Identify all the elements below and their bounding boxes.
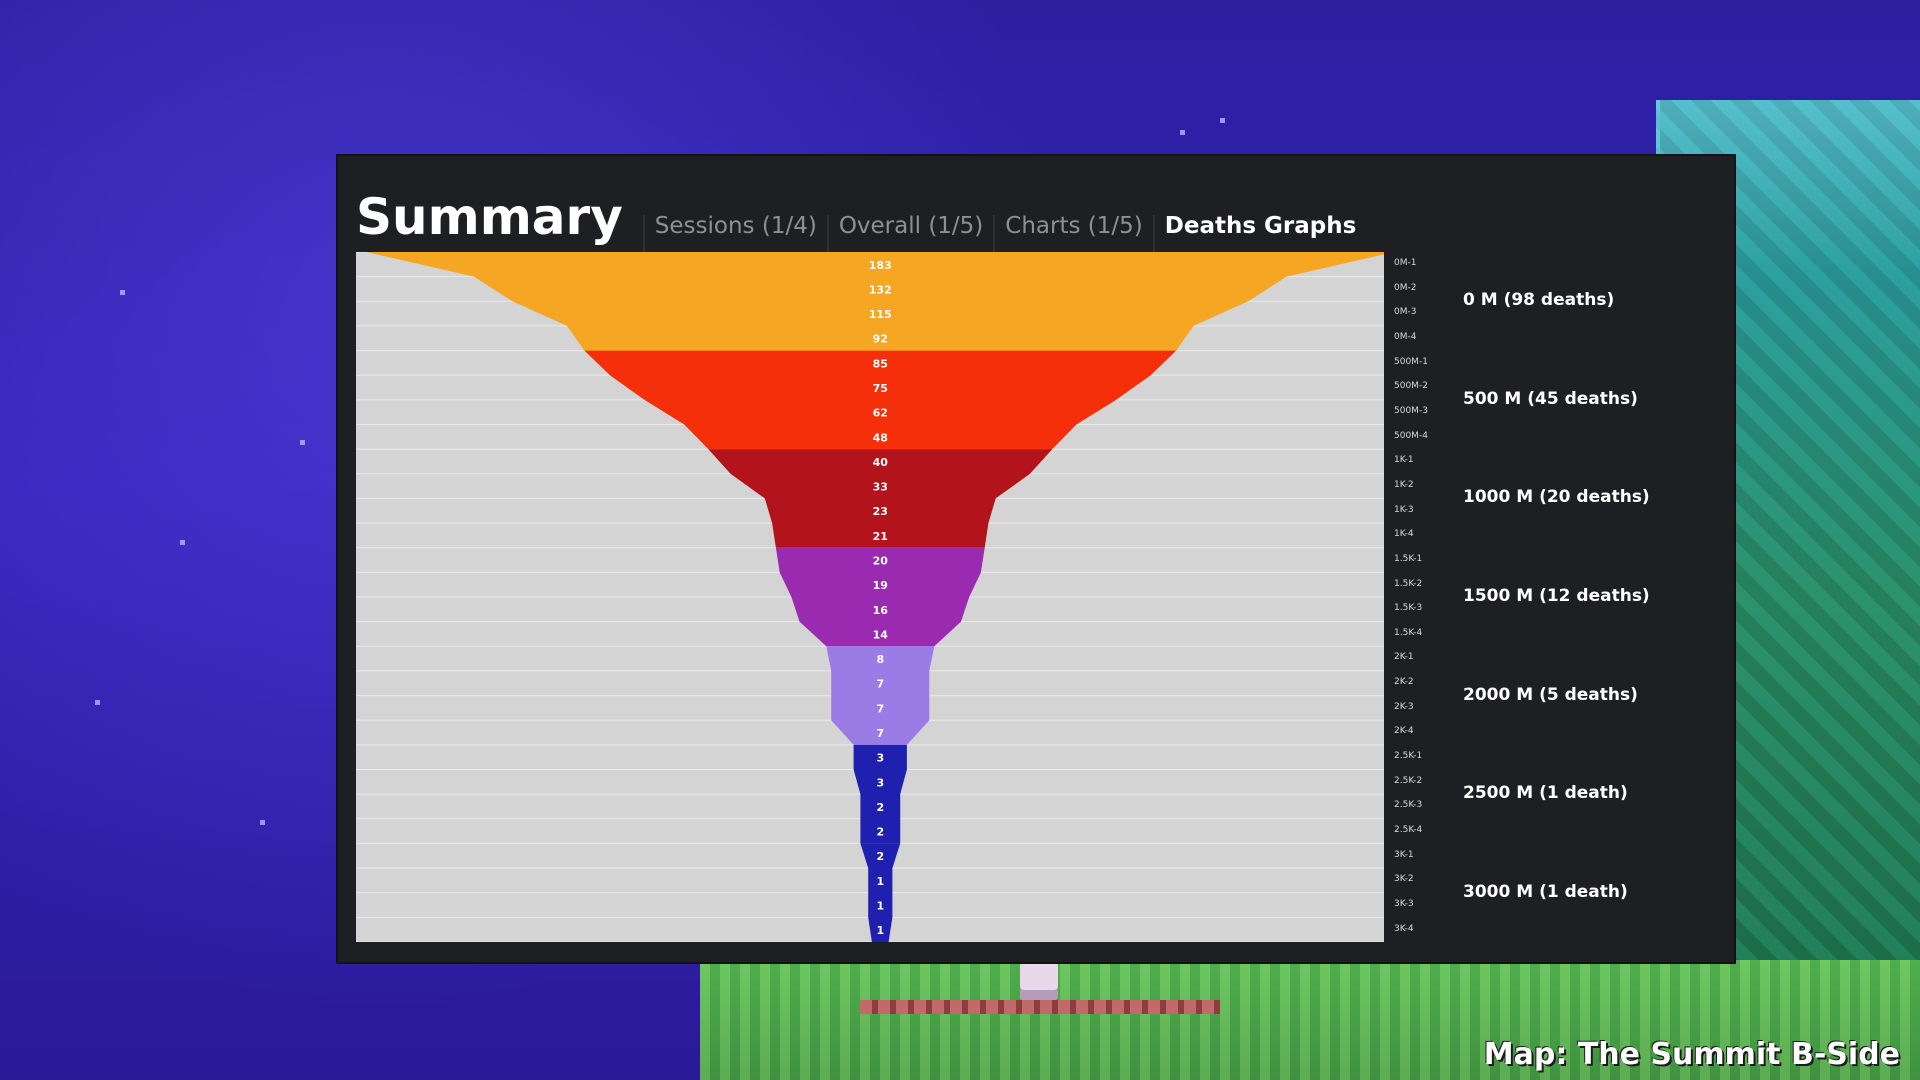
value-label: 7: [876, 727, 884, 740]
tick-label: 1K-2: [1394, 479, 1414, 490]
value-label: 7: [876, 678, 884, 691]
tick-label: 0M-2: [1394, 282, 1417, 293]
tick-label: 500M-2: [1394, 381, 1428, 392]
value-label: 2: [876, 850, 884, 863]
tick-label: 2K-3: [1394, 701, 1414, 712]
value-label: 8: [876, 653, 884, 666]
chapter-summary-label: 0 M (98 deaths): [1463, 290, 1615, 311]
tick-label: 2.5K-4: [1394, 824, 1423, 835]
tab-charts[interactable]: Charts (1/5): [993, 215, 1152, 252]
chapter-summary-label: 3000 M (1 death): [1463, 881, 1628, 902]
value-label: 1: [876, 875, 884, 888]
map-label: Map: The Summit B-Side: [1483, 1037, 1900, 1072]
tick-label: 2.5K-1: [1394, 751, 1423, 762]
chapter-summary-label: 2500 M (1 death): [1463, 783, 1628, 804]
value-label: 3: [876, 776, 884, 789]
chapter-summary-labels: 0 M (98 deaths) 500 M (45 deaths) 1000 M (…: [1463, 252, 1723, 942]
chapter-summary-label: 1500 M (12 deaths): [1463, 586, 1650, 606]
bridge: [860, 1000, 1220, 1014]
tab-overall[interactable]: Overall (1/5): [826, 215, 993, 252]
tick-label: 500M-1: [1394, 356, 1428, 367]
value-label: 19: [873, 579, 888, 592]
value-label: 21: [873, 530, 888, 543]
tick-label: 1.5K-3: [1394, 603, 1423, 614]
chapter-summary-label: 500 M (45 deaths): [1463, 388, 1638, 409]
tick-label: 3K-1: [1394, 849, 1414, 860]
value-label: 132: [869, 283, 892, 296]
value-label: 48: [873, 431, 888, 444]
value-label: 2: [876, 801, 884, 814]
tick-label: 2K-2: [1394, 677, 1414, 688]
tick-label: 3K-3: [1394, 898, 1414, 909]
value-label: 7: [876, 702, 884, 715]
summary-panel: Summary Sessions (1/4) Overall (1/5) Cha…: [338, 156, 1734, 962]
deaths-graph-svg: 1831321159285756248403323212019161487773…: [356, 252, 1384, 942]
checkpoint-tick-labels: 0M-1 0M-2 0M-3 0M-4 500M-1 500M-2 500M-3 500M-4…: [1388, 252, 1448, 942]
tick-label: 1.5K-2: [1394, 578, 1423, 589]
value-label: 33: [873, 481, 888, 494]
tab-sessions[interactable]: Sessions (1/4): [642, 215, 827, 252]
tick-label: 500M-4: [1394, 430, 1428, 441]
tick-label: 0M-1: [1394, 258, 1417, 269]
deaths-graph-chart: 183 132 115 92 85 75 62 48 40 33 23 21 20 19 16 14 8 7 7 7 3…: [356, 252, 1384, 942]
value-label: 16: [873, 604, 889, 617]
player-character: [1020, 962, 1058, 1000]
tick-label: 1K-4: [1394, 529, 1414, 540]
value-label: 115: [869, 308, 892, 321]
tick-label: 1.5K-1: [1394, 553, 1423, 564]
value-label: 3: [876, 752, 884, 765]
value-label: 183: [869, 259, 892, 272]
tick-label: 1.5K-4: [1394, 627, 1423, 638]
value-label: 1: [876, 924, 884, 937]
summary-title: Summary: [356, 188, 623, 246]
chapter-summary-label: 1000 M (20 deaths): [1463, 487, 1650, 508]
value-label: 23: [873, 505, 888, 518]
value-label: 75: [873, 382, 888, 395]
tick-label: 2.5K-2: [1394, 775, 1423, 786]
value-label: 62: [873, 407, 888, 420]
tick-label: 0M-3: [1394, 307, 1417, 318]
value-label: 20: [873, 554, 889, 567]
value-label: 40: [873, 456, 889, 469]
tick-label: 1K-1: [1394, 455, 1414, 466]
tick-label: 2K-1: [1394, 652, 1414, 663]
tick-label: 2K-4: [1394, 726, 1414, 737]
value-label: 2: [876, 826, 884, 839]
value-label: 85: [873, 357, 888, 370]
tick-label: 500M-3: [1394, 406, 1428, 417]
tick-label: 1K-3: [1394, 504, 1414, 515]
value-label: 14: [873, 628, 889, 641]
summary-header: Summary Sessions (1/4) Overall (1/5) Cha…: [356, 164, 1716, 252]
value-label: 1: [876, 899, 884, 912]
tab-deaths-graphs[interactable]: Deaths Graphs: [1152, 215, 1367, 252]
tick-label: 3K-2: [1394, 874, 1414, 885]
value-label: 92: [873, 333, 888, 346]
tick-label: 3K-4: [1394, 923, 1414, 934]
chapter-summary-label: 2000 M (5 deaths): [1463, 684, 1638, 705]
tick-label: 2.5K-3: [1394, 800, 1423, 811]
tick-label: 0M-4: [1394, 332, 1417, 343]
